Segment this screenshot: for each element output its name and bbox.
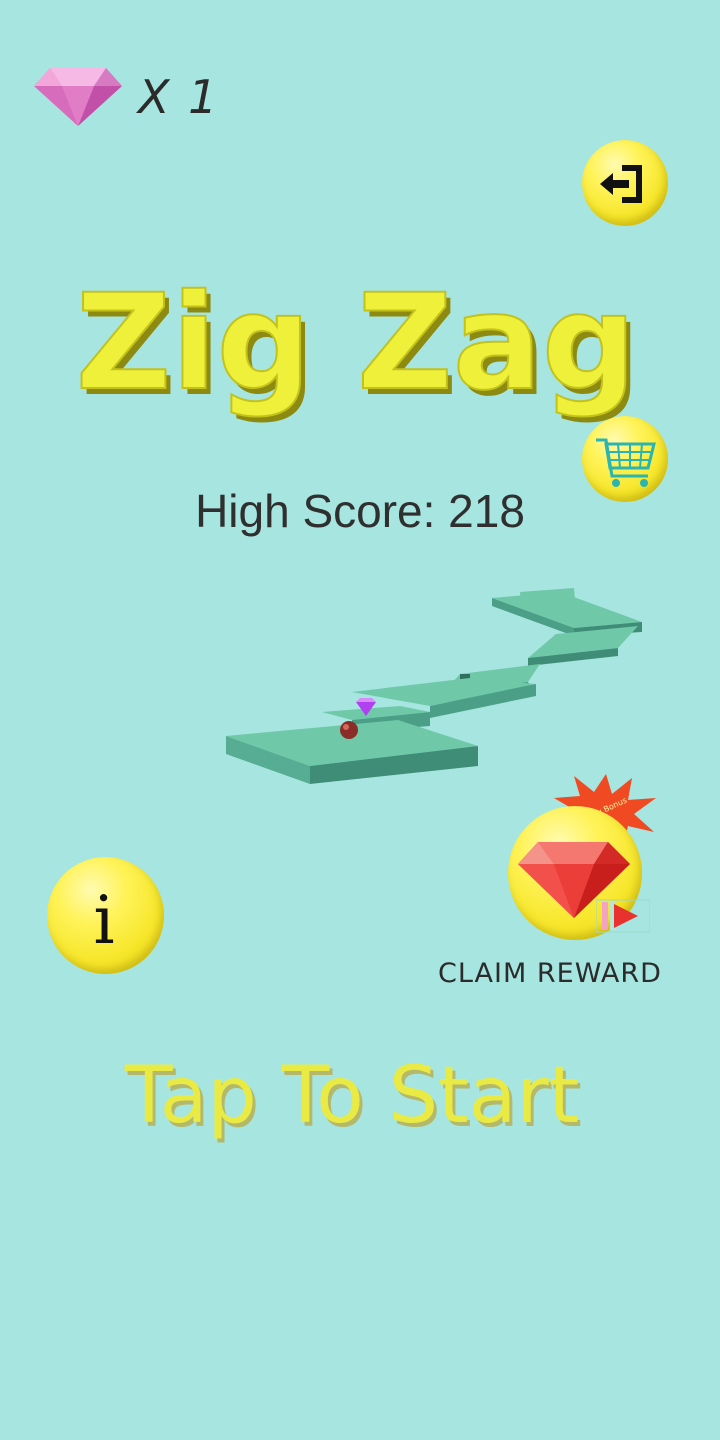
high-score: High Score: 218 bbox=[195, 485, 525, 537]
exit-arrow-icon bbox=[600, 165, 642, 203]
info-icon: i bbox=[93, 882, 114, 959]
info-button[interactable]: i bbox=[47, 857, 164, 974]
ball bbox=[340, 721, 358, 739]
title-text: Zig Zag bbox=[76, 266, 637, 420]
ball-highlight bbox=[343, 724, 349, 730]
tap-to-start-text: Tap To Start bbox=[124, 1051, 579, 1141]
info-glyph: i bbox=[93, 882, 114, 959]
exit-button[interactable] bbox=[582, 140, 668, 226]
zigzag-path-scene bbox=[226, 588, 642, 784]
tap-to-start[interactable]: Tap To Start Tap To Start bbox=[60, 1040, 660, 1160]
purple-gem-top bbox=[356, 698, 376, 702]
gem-counter: X 1 bbox=[30, 60, 230, 135]
game-title: Zig Zag Zig Zag bbox=[0, 262, 720, 432]
gem-count: X 1 bbox=[138, 70, 220, 124]
video-play-icon bbox=[596, 899, 650, 933]
pink-diamond-icon bbox=[34, 68, 122, 126]
claim-reward-label[interactable]: CLAIM REWARD bbox=[420, 958, 680, 989]
claim-reward-button[interactable] bbox=[508, 806, 650, 940]
